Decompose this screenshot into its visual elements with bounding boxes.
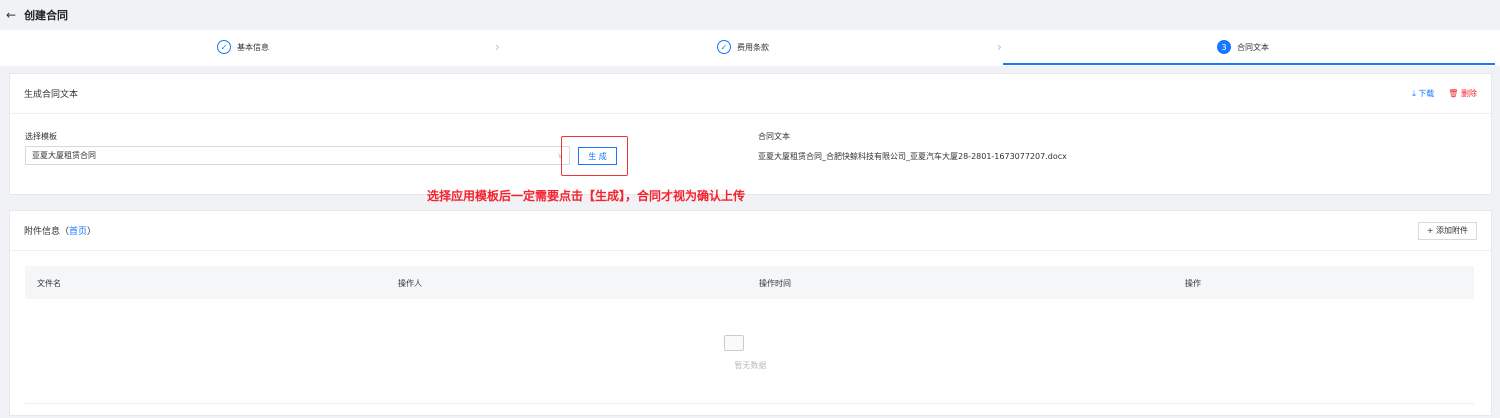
check-icon: ✓ <box>717 40 731 54</box>
attachments-card: 附件信息（首页） + 添加附件 文件名 操作人 操作时间 操作 暂无数据 <box>9 210 1492 416</box>
table-divider <box>25 403 1474 404</box>
card-title: 生成合同文本 <box>24 90 79 100</box>
step-label: 合同文本 <box>1237 42 1269 52</box>
step-number-icon: 3 <box>1217 40 1231 54</box>
column-header: 操作 <box>1185 279 1201 288</box>
column-header: 文件名 <box>37 279 61 288</box>
generate-contract-card: 生成合同文本 ⤓ 下载 🗑 删除 选择模板 亚夏大厦租赁合同 ∨ 生 成 合同文… <box>9 73 1492 195</box>
card-title: 附件信息（首页） <box>24 224 96 237</box>
annotation-text: 选择应用模板后一定需要点击【生成】，合同才视为确认上传 <box>427 189 746 203</box>
page-header: ← 创建合同 <box>0 0 1500 30</box>
page-title: 创建合同 <box>24 9 69 22</box>
chevron-right-icon: › <box>495 40 500 54</box>
template-select-value: 亚夏大厦租赁合同 <box>32 151 96 160</box>
delete-button[interactable]: 🗑 删除 <box>1448 88 1477 99</box>
paren-open: （ <box>60 227 70 237</box>
contract-text-label: 合同文本 <box>758 132 790 141</box>
paren-close: ） <box>87 227 97 237</box>
template-select[interactable]: 亚夏大厦租赁合同 ∨ <box>25 146 570 165</box>
card-header: 附件信息（首页） + 添加附件 <box>10 211 1491 251</box>
home-link[interactable]: 首页 <box>69 227 87 237</box>
back-arrow-icon[interactable]: ← <box>6 8 16 22</box>
check-icon: ✓ <box>217 40 231 54</box>
chevron-right-icon: › <box>997 40 1002 54</box>
contract-filename[interactable]: 亚夏大厦租赁合同_合肥快鲸科技有限公司_亚夏汽车大厦28-2801-167307… <box>758 151 1067 162</box>
column-header: 操作人 <box>398 279 422 288</box>
active-step-underline <box>1003 63 1495 65</box>
highlight-box <box>561 136 628 176</box>
step-label: 费用条款 <box>737 42 769 52</box>
step-contract-text[interactable]: 3 合同文本 <box>1217 40 1269 54</box>
download-button[interactable]: ⤓ 下载 <box>1412 88 1434 99</box>
table-header: 文件名 操作人 操作时间 操作 <box>25 266 1474 299</box>
add-attachment-button[interactable]: + 添加附件 <box>1417 221 1477 240</box>
card-actions: ⤓ 下载 🗑 删除 <box>1412 88 1477 99</box>
step-label: 基本信息 <box>237 42 269 52</box>
empty-text: 暂无数据 <box>734 361 767 370</box>
template-label: 选择模板 <box>25 132 57 141</box>
empty-inbox-icon <box>724 335 744 351</box>
step-fee-terms[interactable]: ✓ 费用条款 <box>717 40 769 54</box>
card-header: 生成合同文本 ⤓ 下载 🗑 删除 <box>10 74 1491 114</box>
attachments-title: 附件信息 <box>24 227 61 237</box>
steps-bar: ✓ 基本信息 › ✓ 费用条款 › 3 合同文本 <box>0 30 1500 66</box>
column-header: 操作时间 <box>759 279 791 288</box>
step-basic-info[interactable]: ✓ 基本信息 <box>217 40 269 54</box>
